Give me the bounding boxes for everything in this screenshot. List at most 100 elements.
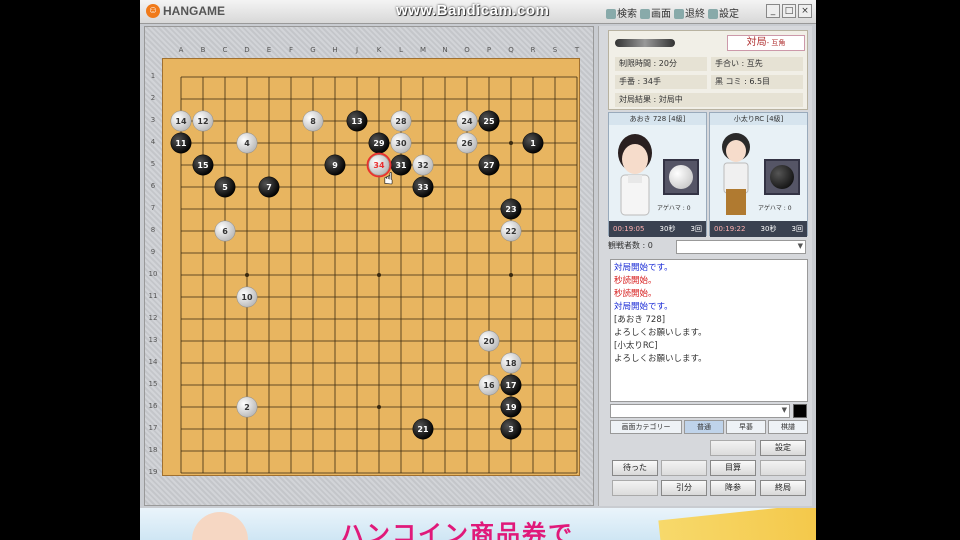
info-header-ornament <box>615 39 675 47</box>
black-stone: 25 <box>478 110 500 132</box>
ad-banner[interactable]: ハンコイン商品券で <box>140 508 816 540</box>
player-name: あおき 728 [4級] <box>609 113 706 125</box>
player-timer: 00:19:22 30秒 3回 <box>710 221 807 237</box>
column-label: P <box>486 46 492 54</box>
move-number: 20 <box>483 337 495 346</box>
tab-kifu[interactable]: 棋譜 <box>768 420 808 434</box>
go-board[interactable]: 123456789101112 13141516 1718192021222324 2… <box>162 58 580 476</box>
row-label: 3 <box>150 116 156 124</box>
move-number: 1 <box>530 139 536 148</box>
undo-button[interactable]: 待った <box>612 460 658 476</box>
settings-button[interactable]: 設定 <box>760 440 806 456</box>
banner-coupon-image <box>658 508 816 540</box>
row-label: 8 <box>150 226 156 234</box>
column-label: F <box>288 46 294 54</box>
row-label: 14 <box>148 358 158 366</box>
game-info: 対局- 互角 制限時間 : 20分 手合い : 互先 手番 : 34手 黒 コミ… <box>608 30 808 110</box>
blank-button-4[interactable] <box>760 460 806 476</box>
black-stone: 27 <box>478 154 500 176</box>
column-label: A <box>178 46 184 54</box>
move-number: 23 <box>505 205 516 214</box>
chat-color-picker[interactable] <box>793 404 807 418</box>
column-label: Q <box>508 46 514 54</box>
close-button[interactable]: × <box>798 4 812 18</box>
black-stone: 5 <box>214 176 236 198</box>
move-number: 32 <box>417 161 428 170</box>
hangame-logo: ☺ HANGAME <box>146 4 225 18</box>
move-number: 24 <box>461 117 473 126</box>
count-button[interactable]: 目算 <box>710 460 756 476</box>
move-number: 3 <box>508 425 514 434</box>
player-card-black[interactable]: 小太りRC [4級] アゲハマ : 0 00:19:22 30秒 3回 <box>709 112 808 237</box>
black-stone: 3 <box>500 418 522 440</box>
row-label: 19 <box>148 468 158 476</box>
blank-button-5[interactable] <box>612 480 658 496</box>
end-game-button[interactable]: 終局 <box>760 480 806 496</box>
chat-message: [あおき 728] <box>614 315 666 325</box>
player-card-white[interactable]: あおき 728 [4級] アゲハマ : 0 00:19:05 30秒 3回 <box>608 112 707 237</box>
blank-button-3[interactable] <box>661 460 707 476</box>
column-label: J <box>355 46 359 54</box>
chat-message: 対局開始です。 <box>614 263 673 273</box>
chat-message: よろしくお願いします。 <box>614 328 707 338</box>
column-label: E <box>266 46 272 54</box>
move-number: 34 <box>373 161 385 170</box>
tab-fast[interactable]: 早碁 <box>726 420 766 434</box>
captures: アゲハマ : 0 <box>758 205 792 212</box>
hangame-logo-icon: ☺ <box>146 4 160 18</box>
blank-button-1[interactable] <box>710 440 756 456</box>
white-stone: 10 <box>236 286 258 308</box>
row-label: 1 <box>150 72 156 80</box>
black-stone: 17 <box>500 374 522 396</box>
search-menu[interactable]: 検索 <box>606 5 637 20</box>
black-stone: 19 <box>500 396 522 418</box>
komi: 黒 コミ : 6.5目 <box>711 75 803 89</box>
move-number: 14 <box>175 117 187 126</box>
row-label: 5 <box>150 160 156 168</box>
minimize-button[interactable]: _ <box>766 4 780 18</box>
game-title: 対局- 互角 <box>727 35 805 51</box>
window-controls: _ □ × <box>766 4 812 18</box>
resign-button[interactable]: 降参 <box>710 480 756 496</box>
move-number: 10 <box>241 293 253 302</box>
draw-button[interactable]: 引分 <box>661 480 707 496</box>
category-tabs: 画面カテゴリー 普通 早碁 棋譜 <box>610 420 808 434</box>
gear-icon <box>708 9 718 19</box>
player-avatar-black <box>722 133 750 215</box>
player-stone-white <box>663 159 699 195</box>
column-label: O <box>464 46 470 54</box>
move-number: 30 <box>395 139 407 148</box>
chat-message: 対局開始です。 <box>614 302 673 312</box>
screen-menu[interactable]: 画面 <box>640 5 671 20</box>
row-label: 7 <box>150 204 156 212</box>
row-label: 10 <box>148 270 158 278</box>
tab-category[interactable]: 画面カテゴリー <box>610 420 682 434</box>
screen-icon <box>640 9 650 19</box>
move-number: 5 <box>222 183 228 192</box>
chat-log[interactable]: 対局開始です。 秒読開始。 秒読開始。 対局開始です。 [あおき 728] よろしくお願い… <box>610 259 808 402</box>
move-number: 31 <box>395 161 407 170</box>
white-stone: 2 <box>236 396 258 418</box>
logo-text: HANGAME <box>163 4 225 18</box>
exit-icon <box>674 9 684 19</box>
handicap: 手合い : 互先 <box>711 57 803 71</box>
chat-input[interactable] <box>610 404 790 418</box>
column-label: N <box>442 46 448 54</box>
tab-normal[interactable]: 普通 <box>684 420 724 434</box>
black-stone: 33 <box>412 176 434 198</box>
chat-message: 秒読開始。 <box>614 276 657 286</box>
watchers-dropdown[interactable] <box>676 240 806 254</box>
player-name: 小太りRC [4級] <box>710 113 807 125</box>
move-number: 2 <box>244 403 250 412</box>
white-stone: 26 <box>456 132 478 154</box>
game-result: 対局結果 : 対局中 <box>615 93 803 107</box>
captures: アゲハマ : 0 <box>657 205 691 212</box>
star-point <box>245 273 249 277</box>
settings-menu[interactable]: 設定 <box>708 5 739 20</box>
move-number: 16 <box>483 381 495 390</box>
black-stone: 11 <box>170 132 192 154</box>
title-menu: 検索 画面 退終 設定 <box>606 5 739 20</box>
move-number: 7 <box>266 183 272 192</box>
maximize-button[interactable]: □ <box>782 4 796 18</box>
exit-menu[interactable]: 退終 <box>674 5 705 20</box>
